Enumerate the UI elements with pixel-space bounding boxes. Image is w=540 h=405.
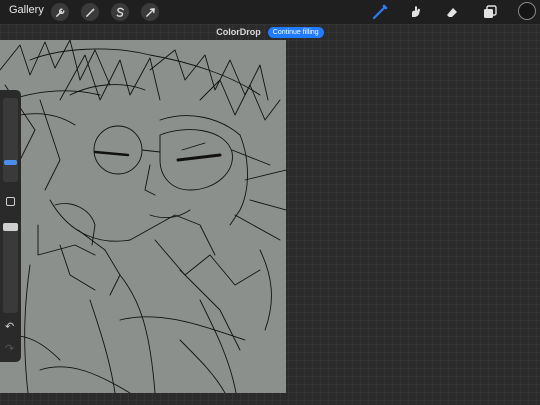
continue-filling-button[interactable]: Continue filling [267,26,324,38]
drawing-canvas[interactable] [0,40,286,393]
brush-opacity-slider[interactable] [3,223,18,313]
smudge-icon[interactable] [406,2,426,22]
brush-sidebar: ↶ ↷ [0,90,21,362]
sketch-artwork [0,40,286,393]
selection-icon[interactable] [111,3,129,21]
transform-icon[interactable] [141,3,159,21]
brush-size-thumb[interactable] [4,160,17,165]
undo-icon[interactable]: ↶ [5,322,14,333]
brush-size-slider[interactable] [3,98,18,182]
eraser-icon[interactable] [442,2,462,22]
brush-opacity-thumb[interactable] [3,223,18,231]
magic-wand-icon[interactable] [81,3,99,21]
color-picker-swatch[interactable] [518,2,536,20]
wrench-icon[interactable] [51,3,69,21]
redo-icon[interactable]: ↷ [5,344,14,355]
brush-icon[interactable] [370,2,390,22]
gallery-button[interactable]: Gallery [9,4,44,16]
notice-title: ColorDrop [216,27,261,37]
layers-icon[interactable] [480,2,500,22]
top-toolbar: Gallery [0,0,540,24]
modify-square-icon[interactable] [6,197,15,206]
colordrop-notice: ColorDrop Continue filling [0,24,540,40]
